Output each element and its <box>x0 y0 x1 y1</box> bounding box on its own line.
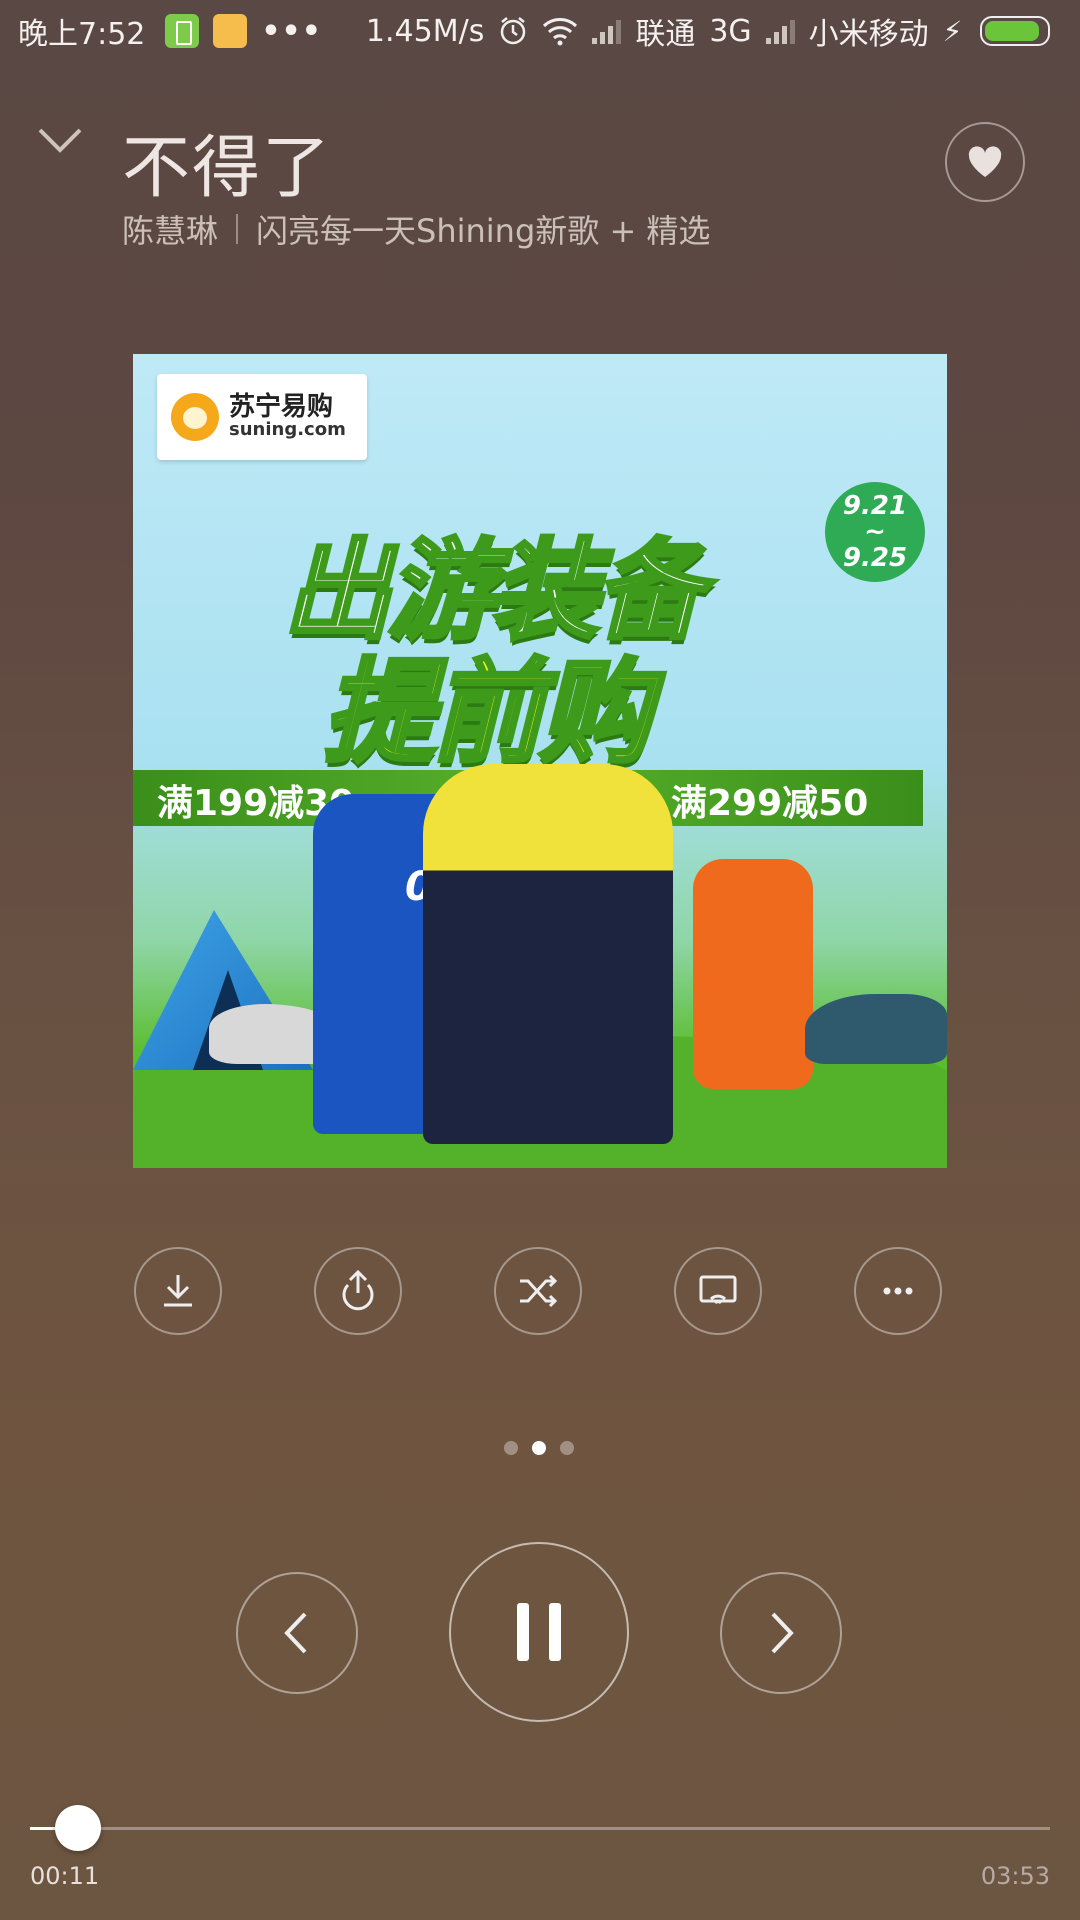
windbreaker-image <box>423 764 673 1144</box>
share-button[interactable] <box>314 1247 402 1335</box>
shuffle-button[interactable] <box>494 1247 582 1335</box>
page-dot[interactable] <box>532 1441 546 1455</box>
song-title: 不得了 <box>122 129 333 208</box>
signal-icon <box>592 18 622 44</box>
battery-app-icon <box>165 14 200 48</box>
album-name[interactable]: 闪亮每一天Shining新歌 + 精选 <box>256 206 710 252</box>
download-button[interactable] <box>134 1247 222 1335</box>
more-icon <box>883 1287 913 1295</box>
more-notifications: ••• <box>261 13 322 49</box>
page-dot[interactable] <box>504 1441 518 1455</box>
current-time: 00:11 <box>30 1862 100 1890</box>
next-button[interactable] <box>720 1572 842 1694</box>
date-start: 9.21 <box>842 491 908 521</box>
chevron-left-icon <box>284 1612 307 1654</box>
cast-icon <box>699 1275 737 1305</box>
suning-logo: 苏宁易购 suning.com <box>157 374 367 460</box>
signal-icon-2 <box>765 18 795 44</box>
pause-button[interactable] <box>449 1542 629 1722</box>
share-icon <box>342 1269 374 1311</box>
more-button[interactable] <box>854 1247 942 1335</box>
progress-track[interactable] <box>30 1827 1050 1830</box>
alarm-icon <box>501 17 526 45</box>
network-speed: 1.45M/s <box>365 13 485 49</box>
song-subtitle: 陈慧琳 闪亮每一天Shining新歌 + 精选 <box>122 206 710 252</box>
notes-app-icon <box>213 14 248 48</box>
network-type: 3G <box>709 13 752 49</box>
carrier-2: 小米移动 <box>808 17 929 52</box>
lion-logo-icon <box>171 393 219 441</box>
page-dot[interactable] <box>560 1441 574 1455</box>
previous-button[interactable] <box>236 1572 358 1694</box>
action-bar <box>134 1247 946 1335</box>
page-indicator[interactable] <box>504 1441 574 1455</box>
running-shoe-image <box>805 994 947 1064</box>
ad-headline-2: 提前购 <box>321 646 653 780</box>
carrier-1: 联通 <box>635 17 696 52</box>
artist-name[interactable]: 陈慧琳 <box>122 206 218 252</box>
album-art-ad[interactable]: 苏宁易购 suning.com 出游装备 提前购 9.21 ~ 9.25 满19… <box>133 354 947 1168</box>
battery-icon <box>980 16 1051 46</box>
cast-button[interactable] <box>674 1247 762 1335</box>
status-time: 晚上7:52 <box>18 17 146 52</box>
date-end: 9.25 <box>842 543 908 573</box>
shuffle-icon <box>520 1274 558 1308</box>
wifi-icon <box>543 18 578 46</box>
favorite-button[interactable] <box>945 122 1025 202</box>
pause-icon <box>517 1603 561 1661</box>
backpack-image <box>693 859 813 1089</box>
divider <box>236 214 239 244</box>
status-bar: 晚上7:52 ••• 1.45M/s 联通 3G 小米移动 ⚡ <box>0 0 1080 62</box>
download-icon <box>164 1275 192 1307</box>
date-sep: ~ <box>864 517 886 547</box>
brand-name-en: suning.com <box>229 419 346 441</box>
chevron-down-icon <box>38 128 82 153</box>
heart-icon <box>968 146 1002 177</box>
date-badge: 9.21 ~ 9.25 <box>825 482 925 582</box>
collapse-player-button[interactable] <box>36 120 84 160</box>
charging-icon: ⚡ <box>942 14 963 48</box>
progress-thumb[interactable] <box>54 1805 101 1851</box>
brand-name-cn: 苏宁易购 <box>229 391 334 422</box>
promo-right: 满299减50 <box>671 783 869 824</box>
chevron-right-icon <box>771 1612 794 1654</box>
total-time: 03:53 <box>980 1862 1050 1890</box>
